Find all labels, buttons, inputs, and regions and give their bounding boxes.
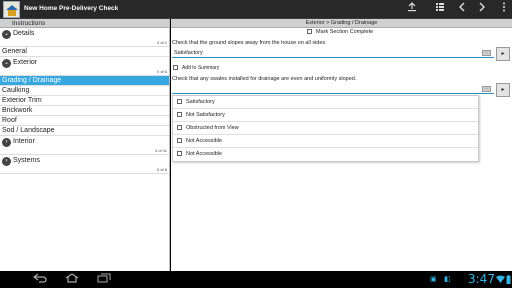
question-2-answer-field[interactable]: − xyxy=(172,84,494,94)
list-item-grading-drainage[interactable]: Grading / Drainage xyxy=(0,76,169,86)
list-item-brickwork[interactable]: Brickwork xyxy=(0,106,169,116)
add-to-summary-label: Add to Summary xyxy=(182,65,220,71)
list-item-general[interactable]: General xyxy=(0,47,169,57)
overflow-menu-icon[interactable] xyxy=(497,2,511,17)
section-interior[interactable]: › Interior 0 of 11 xyxy=(0,136,169,155)
checkbox-icon xyxy=(177,151,182,157)
nav-back-icon[interactable] xyxy=(32,273,48,286)
section-label: Interior xyxy=(13,138,35,145)
option-not-accessible[interactable]: Not Accessible xyxy=(173,135,478,148)
question-1-next-button[interactable]: ▸ xyxy=(496,47,510,61)
question-2-next-button[interactable]: ▸ xyxy=(496,83,510,97)
system-navigation-bar: ▣ ◧ 3:47 xyxy=(0,271,512,288)
app-title: New Home Pre-Delivery Check xyxy=(24,5,119,12)
checkbox-icon xyxy=(307,29,312,35)
section-label: Exterior xyxy=(13,59,38,66)
section-label: Systems xyxy=(13,157,40,164)
app-notification-icon: ◧ xyxy=(444,276,451,283)
checkbox-icon xyxy=(177,125,182,131)
section-details[interactable]: ⌄ Details 0 of 1 xyxy=(0,28,169,47)
chevron-right-icon: › xyxy=(2,157,11,166)
back-arrow-icon[interactable] xyxy=(455,2,469,17)
section-label: Details xyxy=(13,30,35,37)
nav-home-icon[interactable] xyxy=(64,273,80,286)
list-item-sod-landscape[interactable]: Sod / Landscape xyxy=(0,126,169,136)
list-icon[interactable] xyxy=(433,2,447,17)
wifi-icon xyxy=(496,275,505,284)
breadcrumb: Exterior > Grading / Drainage xyxy=(171,19,512,28)
chevron-down-icon: ⌄ xyxy=(2,30,11,39)
section-count: 0 of 1 xyxy=(156,40,167,45)
option-not-accessible-2[interactable]: Not Accessible xyxy=(173,148,478,161)
clear-icon[interactable]: − xyxy=(482,86,491,92)
list-item-roof[interactable]: Roof xyxy=(0,116,169,126)
section-systems[interactable]: › Systems 0 of 6 xyxy=(0,155,169,174)
battery-icon xyxy=(506,275,511,284)
checkbox-icon xyxy=(177,112,182,118)
checkbox-icon xyxy=(177,99,182,105)
section-list-panel: Instructions ⌄ Details 0 of 1 General ⌄ … xyxy=(0,19,170,271)
question-2-text: Check that any swales installed for drai… xyxy=(172,76,357,82)
chevron-down-icon: ⌄ xyxy=(2,59,11,68)
section-count: 0 of 6 xyxy=(156,69,167,74)
section-count: 0 of 6 xyxy=(156,167,167,172)
list-item-exterior-trim[interactable]: Exterior Trim xyxy=(0,96,169,106)
answer-options-dropdown: Satisfactory Not Satisfactory Obstructed… xyxy=(172,95,479,162)
forward-arrow-icon[interactable] xyxy=(475,2,489,17)
list-item-caulking[interactable]: Caulking xyxy=(0,86,169,96)
app-logo-icon[interactable] xyxy=(3,1,20,18)
question-1-answer-field[interactable]: Satisfactory − xyxy=(172,48,494,58)
checkbox-icon xyxy=(173,65,178,71)
question-1-text: Check that the ground slopes away from t… xyxy=(172,40,327,46)
upload-icon[interactable] xyxy=(405,2,419,17)
checkbox-icon xyxy=(177,138,182,144)
mark-section-complete-checkbox[interactable]: Mark Section Complete xyxy=(307,29,373,37)
clear-icon[interactable]: − xyxy=(482,50,491,56)
option-satisfactory[interactable]: Satisfactory xyxy=(173,96,478,109)
chevron-right-icon: › xyxy=(2,138,11,147)
mark-section-complete-label: Mark Section Complete xyxy=(316,29,374,35)
option-obstructed-from-view[interactable]: Obstructed from View xyxy=(173,122,478,135)
action-bar: New Home Pre-Delivery Check xyxy=(0,0,512,19)
add-to-summary-checkbox[interactable]: Add to Summary xyxy=(173,65,219,71)
nav-recent-apps-icon[interactable] xyxy=(96,273,112,286)
instructions-header[interactable]: Instructions xyxy=(0,19,169,28)
checklist-detail-panel: Exterior > Grading / Drainage Mark Secti… xyxy=(171,19,512,271)
option-not-satisfactory[interactable]: Not Satisfactory xyxy=(173,109,478,122)
status-clock: 3:47 xyxy=(468,272,495,286)
screenshot-notification-icon: ▣ xyxy=(430,276,437,283)
section-exterior[interactable]: ⌄ Exterior 0 of 6 xyxy=(0,57,169,76)
question-1-answer: Satisfactory xyxy=(174,50,203,56)
section-count: 0 of 11 xyxy=(155,148,167,153)
